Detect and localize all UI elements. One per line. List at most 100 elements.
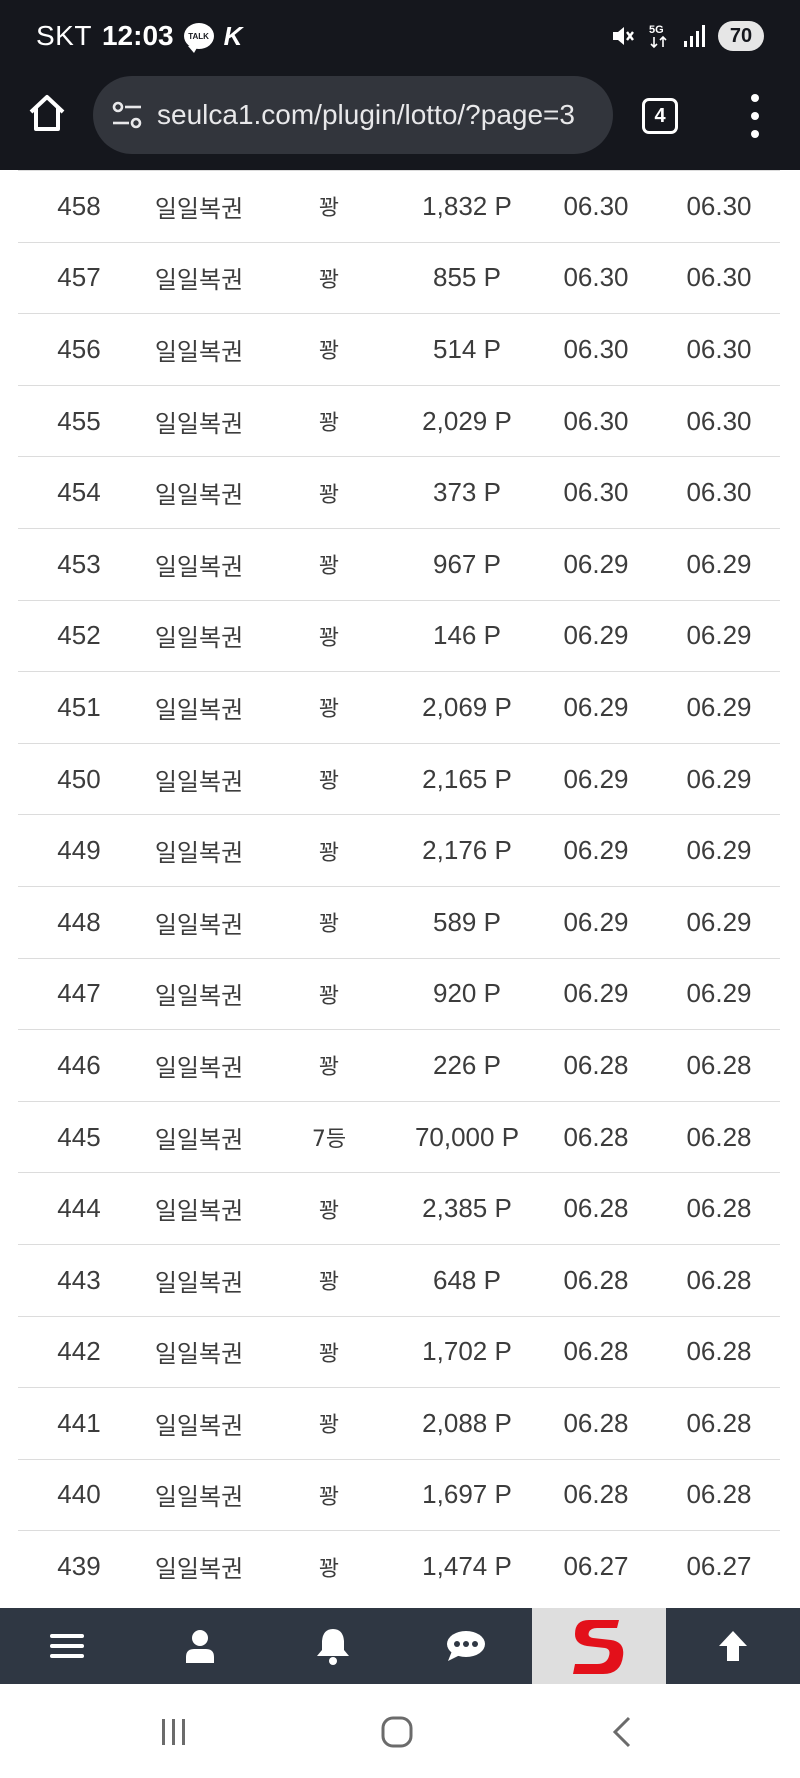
row-number: 440 [57,1479,101,1510]
menu-icon [49,1634,84,1658]
prize-points: 1,832 P [422,190,512,221]
draw-date: 06.28 [563,1049,629,1080]
prize-points: 2,069 P [422,691,512,722]
table-row: 458 일일복권 꽝 1,832 P 06.30 06.30 [18,170,780,242]
table-row: 447 일일복권 꽝 920 P 06.29 06.29 [18,957,780,1030]
draw-date: 06.29 [563,978,629,1009]
prize-points: 920 P [433,978,501,1009]
table-row: 448 일일복권 꽝 589 P 06.29 06.29 [18,885,780,958]
tab-switcher-button[interactable]: 4 [642,98,678,134]
paid-date: 06.29 [686,620,752,651]
back-chevron-icon [612,1716,631,1748]
row-number: 449 [57,835,101,866]
prize-points: 2,165 P [422,763,512,794]
prize-rank: 꽝 [318,1341,340,1367]
carrier-label: SKT [36,20,92,51]
draw-date: 06.30 [563,190,629,221]
recent-apps-icon [162,1719,185,1745]
more-menu-button[interactable] [738,94,772,138]
table-row: 452 일일복권 꽝 146 P 06.29 06.29 [18,599,780,672]
draw-date: 06.30 [563,333,629,364]
site-logo-button[interactable] [532,1608,666,1684]
notifications-button[interactable] [266,1608,399,1684]
recent-apps-button[interactable] [152,1710,196,1754]
home-nav-button[interactable] [375,1710,419,1754]
draw-date: 06.28 [563,1479,629,1510]
site-settings-icon[interactable] [109,97,145,133]
prize-rank: 꽝 [318,339,340,365]
table-row: 445 일일복권 7등 70,000 P 06.28 06.28 [18,1100,780,1173]
lottery-name: 일일복권 [154,266,244,295]
prize-points: 855 P [433,262,501,293]
paid-date: 06.27 [686,1551,752,1582]
draw-date: 06.28 [563,1264,629,1295]
prize-rank: 꽝 [318,1270,340,1296]
table-row: 443 일일복권 꽝 648 P 06.28 06.28 [18,1243,780,1316]
menu-button[interactable] [0,1608,133,1684]
battery-indicator: 70 [718,21,764,51]
address-bar[interactable]: seulca1.com/plugin/lotto/?page=3 [93,76,613,154]
more-dot-icon [751,130,759,138]
paid-date: 06.29 [686,763,752,794]
prize-rank: 꽝 [318,267,340,293]
prize-points: 373 P [433,477,501,508]
paid-date: 06.28 [686,1336,752,1367]
row-number: 447 [57,978,101,1009]
prize-rank: 꽝 [318,1413,340,1439]
lottery-name: 일일복권 [154,1125,244,1154]
draw-date: 06.29 [563,906,629,937]
status-bar: SKT 12:03 TALK K 5G 70 [0,0,800,72]
draw-date: 06.28 [563,1407,629,1438]
prize-rank: 꽝 [318,411,340,437]
prize-points: 70,000 P [414,1121,520,1152]
prize-points: 2,176 P [422,835,512,866]
scroll-top-button[interactable] [666,1608,799,1684]
kakaotalk-icon: TALK [183,23,214,53]
row-number: 439 [57,1551,101,1582]
paid-date: 06.28 [686,1407,752,1438]
draw-date: 06.30 [563,262,629,293]
table-row: 441 일일복권 꽝 2,088 P 06.28 06.28 [18,1387,780,1459]
paid-date: 06.28 [686,1264,752,1295]
prize-points: 2,385 P [422,1193,512,1224]
prize-points: 146 P [433,620,501,651]
prize-rank: 꽝 [318,482,340,508]
url-text[interactable]: seulca1.com/plugin/lotto/?page=3 [157,99,575,131]
draw-date: 06.28 [563,1336,629,1367]
back-button[interactable] [600,1710,644,1754]
lottery-name: 일일복권 [154,1411,244,1440]
table-row: 446 일일복권 꽝 226 P 06.28 06.28 [18,1029,780,1101]
prize-rank: 꽝 [318,196,340,222]
lottery-name: 일일복권 [154,839,244,868]
paid-date: 06.28 [686,1479,752,1510]
browser-toolbar: seulca1.com/plugin/lotto/?page=3 4 [0,72,800,170]
prize-rank: 꽝 [318,1198,340,1224]
paid-date: 06.28 [686,1193,752,1224]
clock: 12:03 [101,20,174,51]
row-number: 452 [57,620,101,651]
prize-points: 1,702 P [422,1336,512,1367]
profile-button[interactable] [133,1608,266,1684]
lottery-name: 일일복권 [154,767,244,796]
paid-date: 06.29 [686,691,752,722]
prize-points: 967 P [433,548,501,579]
draw-date: 06.29 [563,548,629,579]
mute-icon [613,27,634,45]
table-row: 457 일일복권 꽝 855 P 06.30 06.30 [18,241,780,314]
prize-rank: 꽝 [318,1484,340,1510]
home-button[interactable] [26,92,68,134]
prize-points: 2,088 P [422,1407,512,1438]
table-row: 444 일일복권 꽝 2,385 P 06.28 06.28 [18,1172,780,1244]
row-number: 456 [57,333,101,364]
lottery-name: 일일복권 [154,1053,244,1082]
system-nav-bar [0,1684,800,1778]
lottery-name: 일일복권 [154,337,244,366]
paid-date: 06.30 [686,405,752,436]
draw-date: 06.29 [563,835,629,866]
prize-rank: 꽝 [318,697,340,723]
draw-date: 06.29 [563,620,629,651]
home-circle-icon [381,1716,413,1748]
prize-rank: 7등 [311,1127,347,1153]
chat-button[interactable] [399,1608,532,1684]
more-dot-icon [751,94,759,102]
